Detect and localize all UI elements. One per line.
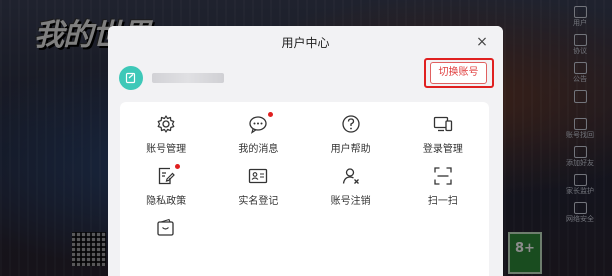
- grid-item-real-name-registration[interactable]: 实名登记: [212, 166, 304, 218]
- dialog-header: 用户中心 ×: [108, 26, 503, 58]
- wallet-icon: [156, 218, 176, 238]
- id-card-icon: [248, 166, 268, 186]
- notification-dot: [268, 112, 274, 117]
- grid-item-account-cancellation[interactable]: 账号注销: [305, 166, 397, 218]
- edit-icon: [125, 72, 136, 84]
- question-icon: [341, 114, 361, 134]
- user-center-dialog: 用户中心 × 切换账号 账号管理 我的消息 用户帮助 登录管理 隐私政策 实名登…: [108, 26, 503, 276]
- dialog-title: 用户中心: [281, 35, 330, 50]
- scan-icon: [433, 166, 453, 186]
- switch-account-button[interactable]: 切换账号: [430, 62, 487, 84]
- document-edit-icon: [156, 164, 181, 186]
- username-masked: [152, 73, 224, 83]
- grid-item-label: 账号注销: [330, 196, 371, 207]
- devices-icon: [433, 114, 453, 134]
- grid-item-label: 实名登记: [238, 196, 279, 207]
- notification-dot: [175, 164, 181, 169]
- gear-icon: [156, 114, 176, 134]
- grid-item-label: 隐私政策: [146, 196, 187, 207]
- grid-item-user-help[interactable]: 用户帮助: [305, 114, 397, 166]
- grid-item-wallet[interactable]: [120, 218, 212, 270]
- grid-item-label: 我的消息: [238, 144, 279, 155]
- grid-item-label: 账号管理: [146, 144, 187, 155]
- grid-item-login-management[interactable]: 登录管理: [397, 114, 489, 166]
- feature-grid-card: 账号管理 我的消息 用户帮助 登录管理 隐私政策 实名登记 账号注销 扫一扫: [120, 102, 489, 276]
- grid-item-label: 登录管理: [422, 144, 463, 155]
- grid-item-label: 扫一扫: [427, 196, 458, 207]
- close-button[interactable]: ×: [473, 33, 491, 51]
- feature-grid: 账号管理 我的消息 用户帮助 登录管理 隐私政策 实名登记 账号注销 扫一扫: [120, 102, 489, 270]
- avatar[interactable]: [119, 66, 143, 90]
- message-icon: [248, 112, 274, 134]
- grid-item-privacy-policy[interactable]: 隐私政策: [120, 164, 212, 218]
- user-remove-icon: [341, 166, 361, 186]
- grid-item-label: 用户帮助: [330, 144, 371, 155]
- grid-item-account-management[interactable]: 账号管理: [120, 114, 212, 166]
- grid-item-my-messages[interactable]: 我的消息: [212, 112, 304, 166]
- grid-item-scan[interactable]: 扫一扫: [397, 166, 489, 218]
